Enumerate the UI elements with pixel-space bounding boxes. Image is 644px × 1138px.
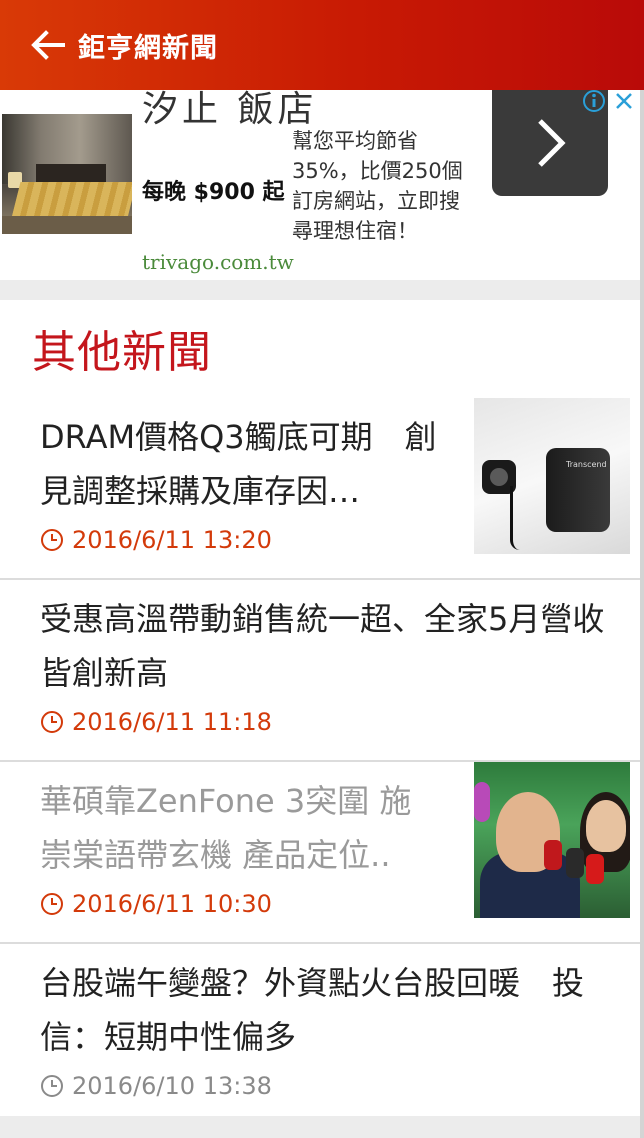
news-item-meta: 2016/6/11 11:18 bbox=[40, 708, 272, 736]
news-item-date: 2016/6/11 10:30 bbox=[72, 890, 272, 918]
news-item-date: 2016/6/10 13:38 bbox=[72, 1072, 272, 1100]
chevron-right-icon bbox=[538, 119, 566, 167]
section-title: 其他新聞 bbox=[32, 327, 212, 378]
ad-info-button[interactable] bbox=[580, 90, 608, 112]
ad-close-button[interactable] bbox=[610, 90, 638, 112]
page-edge bbox=[640, 90, 644, 1138]
ad-url[interactable]: trivago.com.tw bbox=[142, 250, 294, 274]
close-icon bbox=[616, 93, 632, 109]
ad-hotel-image[interactable] bbox=[2, 114, 132, 234]
ad-price: 每晚 $900 起 bbox=[142, 180, 285, 205]
page-title: 鉅亨網新聞 bbox=[78, 32, 218, 64]
news-item-thumbnail[interactable]: Transcend bbox=[474, 398, 630, 554]
news-item[interactable]: 華碩靠ZenFone 3突圍 施崇棠語帶玄機 產品定位.. 2016/6/11 … bbox=[0, 762, 640, 944]
news-section: 其他新聞 DRAM價格Q3觸底可期 創見調整採購及庫存因… 2016/6/11 … bbox=[0, 300, 640, 1126]
ad-banner[interactable]: 汐止 飯店 每晚 $900 起 幫您平均節省35%，比價250個訂房網站，立即搜… bbox=[0, 90, 640, 280]
back-button[interactable] bbox=[12, 0, 82, 90]
news-item-meta: 2016/6/11 13:20 bbox=[40, 526, 272, 554]
news-item-date: 2016/6/11 13:20 bbox=[72, 526, 272, 554]
arrow-left-icon bbox=[31, 30, 65, 60]
news-item-title[interactable]: DRAM價格Q3觸底可期 創見調整採購及庫存因… bbox=[40, 410, 440, 518]
clock-icon bbox=[41, 1075, 63, 1097]
news-item-title[interactable]: 華碩靠ZenFone 3突圍 施崇棠語帶玄機 產品定位.. bbox=[40, 774, 440, 882]
info-icon bbox=[583, 90, 605, 112]
ad-description: 幫您平均節省35%，比價250個訂房網站，立即搜尋理想住宿！ bbox=[292, 129, 463, 243]
clock-icon bbox=[41, 529, 63, 551]
clock-icon bbox=[41, 711, 63, 733]
news-item[interactable]: 受惠高溫帶動銷售統一超、全家5月營收皆創新高 2016/6/11 11:18 bbox=[0, 580, 640, 762]
app-screen: 鉅亨網新聞 汐止 飯店 每晚 $900 起 幫您平均節省35%，比價250個訂房… bbox=[0, 0, 644, 1138]
clock-icon bbox=[41, 893, 63, 915]
news-item[interactable]: 台股端午變盤？外資點火台股回暖 投信：短期中性偏多 2016/6/10 13:3… bbox=[0, 944, 640, 1126]
news-item-meta: 2016/6/10 13:38 bbox=[40, 1072, 272, 1100]
news-item-thumbnail[interactable] bbox=[474, 762, 630, 918]
app-header: 鉅亨網新聞 bbox=[0, 0, 644, 90]
news-item-date: 2016/6/11 11:18 bbox=[72, 708, 272, 736]
news-item-title[interactable]: 台股端午變盤？外資點火台股回暖 投信：短期中性偏多 bbox=[40, 956, 615, 1064]
news-item-meta: 2016/6/11 10:30 bbox=[40, 890, 272, 918]
bottom-spacer bbox=[0, 1116, 644, 1138]
news-item-title[interactable]: 受惠高溫帶動銷售統一超、全家5月營收皆創新高 bbox=[40, 592, 615, 700]
news-item[interactable]: DRAM價格Q3觸底可期 創見調整採購及庫存因… 2016/6/11 13:20… bbox=[0, 398, 640, 580]
